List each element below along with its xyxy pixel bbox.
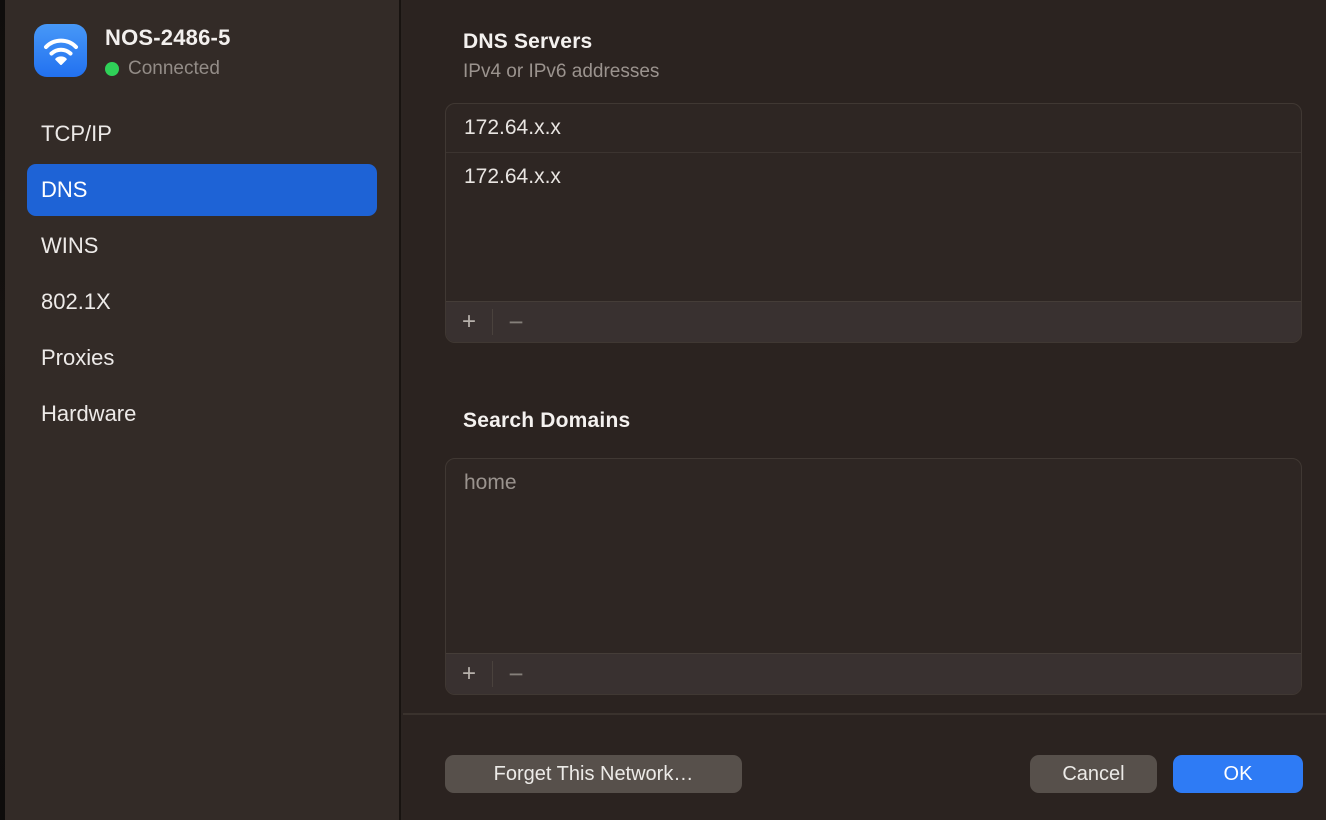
ok-button[interactable]: OK — [1173, 755, 1303, 793]
status-label: Connected — [128, 58, 220, 80]
add-dns-server-button[interactable]: + — [446, 302, 492, 342]
wifi-icon-glyph — [43, 35, 79, 67]
sidebar-item-proxies[interactable]: Proxies — [27, 332, 377, 384]
dns-servers-list: 172.64.x.x 172.64.x.x — [446, 104, 1301, 201]
dns-servers-title: DNS Servers — [463, 30, 659, 54]
plus-icon: + — [462, 308, 476, 336]
network-status: Connected — [105, 58, 231, 80]
network-name: NOS-2486-5 — [105, 25, 231, 51]
footer-divider — [403, 713, 1326, 715]
dns-servers-header: DNS Servers IPv4 or IPv6 addresses — [463, 30, 659, 83]
sidebar-item-tcpip[interactable]: TCP/IP — [27, 108, 377, 160]
search-domains-title: Search Domains — [463, 409, 630, 433]
search-domains-listbox: home + − — [445, 458, 1302, 695]
search-domains-header: Search Domains — [463, 409, 630, 433]
sidebar-item-dns[interactable]: DNS — [27, 164, 377, 216]
add-search-domain-button[interactable]: + — [446, 654, 492, 694]
search-domains-toolbar: + − — [446, 653, 1301, 694]
search-domains-list: home — [446, 459, 1301, 507]
dns-servers-listbox: 172.64.x.x 172.64.x.x + − — [445, 103, 1302, 343]
dns-settings-pane: DNS Servers IPv4 or IPv6 addresses 172.6… — [403, 0, 1326, 820]
sidebar-item-wins[interactable]: WINS — [27, 220, 377, 272]
sidebar-item-8021x[interactable]: 802.1X — [27, 276, 377, 328]
network-sidebar: NOS-2486-5 Connected TCP/IP DNS WINS 802… — [5, 0, 401, 820]
minus-icon: − — [508, 307, 523, 338]
network-header: NOS-2486-5 Connected — [34, 24, 231, 80]
remove-search-domain-button[interactable]: − — [493, 654, 539, 694]
sidebar-nav: TCP/IP DNS WINS 802.1X Proxies Hardware — [5, 108, 399, 444]
forget-network-button[interactable]: Forget This Network… — [445, 755, 742, 793]
minus-icon: − — [508, 659, 523, 690]
wifi-icon — [34, 24, 87, 77]
status-dot-icon — [105, 62, 119, 76]
plus-icon: + — [462, 660, 476, 688]
dns-server-row[interactable]: 172.64.x.x — [446, 104, 1301, 152]
search-domain-row[interactable]: home — [446, 459, 1301, 507]
network-meta: NOS-2486-5 Connected — [105, 24, 231, 80]
remove-dns-server-button[interactable]: − — [493, 302, 539, 342]
cancel-button[interactable]: Cancel — [1030, 755, 1157, 793]
dns-servers-toolbar: + − — [446, 301, 1301, 342]
sidebar-item-hardware[interactable]: Hardware — [27, 388, 377, 440]
action-bar: Forget This Network… Cancel OK — [445, 755, 1302, 795]
dns-servers-subtitle: IPv4 or IPv6 addresses — [463, 61, 659, 83]
dns-server-row[interactable]: 172.64.x.x — [446, 152, 1301, 201]
